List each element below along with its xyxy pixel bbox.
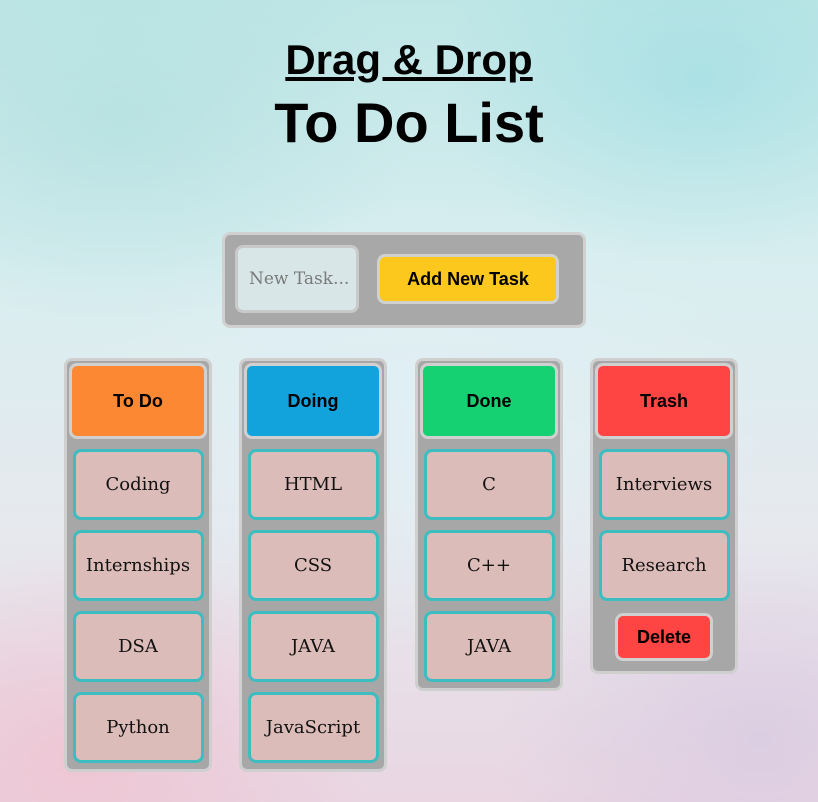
task-card[interactable]: Python <box>72 692 204 763</box>
column-doing[interactable]: Doing HTML CSS JAVA JavaScript <box>239 358 387 772</box>
task-card[interactable]: JavaScript <box>247 692 379 763</box>
task-card[interactable]: C <box>423 449 555 520</box>
column-trash[interactable]: Trash Interviews Research Delete <box>590 358 738 674</box>
column-header-todo: To Do <box>69 363 207 439</box>
task-card[interactable]: JAVA <box>423 611 555 682</box>
task-card[interactable]: Internships <box>72 530 204 601</box>
column-done[interactable]: Done C C++ JAVA <box>415 358 563 691</box>
task-card[interactable]: Research <box>598 530 730 601</box>
column-header-doing: Doing <box>244 363 382 439</box>
column-header-done: Done <box>420 363 558 439</box>
new-task-input[interactable] <box>235 245 359 313</box>
add-new-task-button[interactable]: Add New Task <box>377 254 559 304</box>
column-header-trash: Trash <box>595 363 733 439</box>
task-card[interactable]: JAVA <box>247 611 379 682</box>
task-card[interactable]: C++ <box>423 530 555 601</box>
task-card[interactable]: Coding <box>72 449 204 520</box>
task-card[interactable]: DSA <box>72 611 204 682</box>
task-card[interactable]: Interviews <box>598 449 730 520</box>
add-task-panel: Add New Task <box>222 232 586 328</box>
title-todo-list: To Do List <box>274 91 544 154</box>
task-card[interactable]: CSS <box>247 530 379 601</box>
title-drag-drop: Drag & Drop <box>285 36 533 83</box>
column-todo[interactable]: To Do Coding Internships DSA Python <box>64 358 212 772</box>
task-card[interactable]: HTML <box>247 449 379 520</box>
delete-button[interactable]: Delete <box>615 613 713 661</box>
